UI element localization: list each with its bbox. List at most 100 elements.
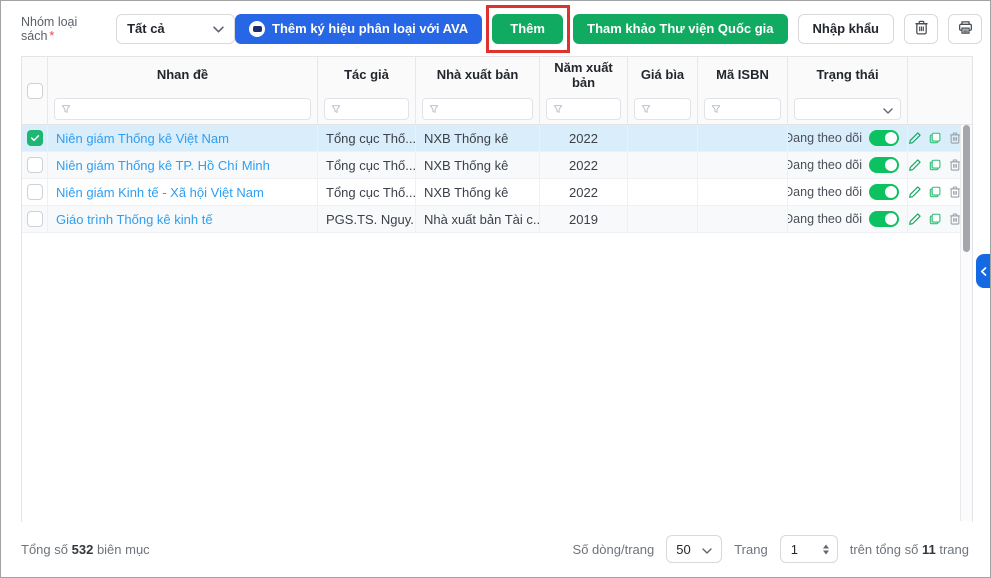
row-checkbox[interactable] (26, 157, 43, 173)
author-cell: Tổng cục Thố... (318, 125, 416, 151)
page-label: Trang (734, 541, 768, 557)
status-toggle[interactable] (869, 157, 899, 173)
author-cell: PGS.TS. Nguy... (318, 206, 416, 232)
required-asterisk: * (49, 28, 55, 43)
publisher-cell: NXB Thống kê (416, 179, 540, 205)
table-row[interactable]: Niên giám Kinh tế - Xã hội Việt Nam Tổng… (22, 179, 972, 206)
group-label: Nhóm loại sách * (21, 14, 78, 43)
year-cell: 2022 (540, 179, 628, 205)
filter-funnel-icon (641, 102, 651, 117)
page-number-value: 1 (790, 541, 798, 557)
year-cell: 2019 (540, 206, 628, 232)
chevron-left-icon (980, 264, 987, 279)
add-button[interactable]: Thêm (492, 13, 564, 44)
column-header-status: Trạng thái (816, 67, 879, 83)
table-empty-area (22, 233, 972, 523)
column-header-year: Năm xuất bản (554, 59, 613, 90)
column-header-title: Nhan đề (156, 67, 209, 83)
filter-input-author[interactable] (324, 98, 409, 121)
page-number-input[interactable]: 1 (779, 535, 838, 563)
year-cell: 2022 (540, 125, 628, 151)
year-cell: 2022 (540, 152, 628, 178)
copy-icon[interactable] (928, 212, 942, 226)
table-body: Niên giám Thống kê Việt Nam Tổng cục Thố… (22, 125, 972, 233)
edit-icon[interactable] (908, 185, 922, 199)
author-cell: Tổng cục Thố... (318, 152, 416, 178)
total-records-text: Tổng số 532 biên mục (21, 541, 150, 557)
book-group-select[interactable]: Tất cả (116, 13, 236, 44)
column-header-actions (908, 57, 962, 94)
total-pages-count: 11 (921, 541, 936, 557)
isbn-cell (698, 125, 788, 151)
status-toggle[interactable] (869, 184, 899, 200)
isbn-cell (698, 152, 788, 178)
filter-funnel-icon (429, 102, 439, 117)
add-ava-classification-button[interactable]: Thêm ký hiệu phân loại với AVA (235, 13, 483, 44)
table-row[interactable]: Niên giám Thống kê Việt Nam Tổng cục Thố… (22, 125, 972, 152)
rows-per-page-select[interactable]: 50 (666, 535, 723, 563)
edit-icon[interactable] (908, 158, 922, 172)
stepper-up-icon (822, 544, 829, 548)
delete-selected-button[interactable] (904, 13, 938, 44)
isbn-cell (698, 206, 788, 232)
book-group-value: Tất cả (127, 21, 165, 36)
filter-input-year[interactable] (546, 98, 621, 121)
book-title-link[interactable]: Niên giám Kinh tế - Xã hội Việt Nam (56, 185, 264, 200)
price-cell (628, 125, 698, 151)
national-library-button[interactable]: Tham khảo Thư viện Quốc gia (573, 13, 788, 44)
filter-input-publisher[interactable] (422, 98, 533, 121)
status-text: Đang theo dõi (788, 212, 862, 226)
price-cell (628, 179, 698, 205)
import-button[interactable]: Nhập khẩu (797, 13, 894, 44)
publisher-cell: NXB Thống kê (416, 152, 540, 178)
filter-funnel-icon (331, 102, 341, 117)
copy-icon[interactable] (928, 185, 942, 199)
book-title-link[interactable]: Niên giám Thống kê Việt Nam (56, 131, 229, 146)
books-table: Nhan đề Tác giả Nhà xuất bản Năm xuất bả… (21, 56, 973, 523)
edit-icon[interactable] (908, 131, 922, 145)
row-checkbox[interactable] (26, 130, 43, 146)
filter-funnel-icon (711, 102, 721, 117)
trash-icon (913, 19, 930, 39)
table-row[interactable]: Giáo trình Thống kê kinh tế PGS.TS. Nguy… (22, 206, 972, 233)
scrollbar-thumb[interactable] (963, 125, 970, 252)
status-text: Đang theo dõi (788, 158, 862, 172)
row-checkbox[interactable] (26, 184, 43, 200)
footer: Tổng số 532 biên mục Số dòng/trang 50 Tr… (1, 522, 990, 576)
chevron-down-icon (883, 102, 893, 117)
stepper-down-icon (822, 550, 829, 554)
row-checkbox[interactable] (26, 211, 43, 227)
copy-icon[interactable] (928, 131, 942, 145)
edit-icon[interactable] (908, 212, 922, 226)
column-header-price: Giá bìa (640, 67, 685, 83)
rows-per-page-label: Số dòng/trang (572, 541, 655, 557)
vertical-scrollbar[interactable] (960, 125, 972, 521)
column-header-publisher: Nhà xuất bản (436, 67, 519, 83)
book-title-link[interactable]: Giáo trình Thống kê kinh tế (56, 212, 213, 227)
filter-funnel-icon (553, 102, 563, 117)
copy-icon[interactable] (928, 158, 942, 172)
print-button[interactable] (948, 13, 982, 44)
select-all-checkbox[interactable] (26, 82, 43, 99)
status-toggle[interactable] (869, 130, 899, 146)
filter-input-title[interactable] (54, 98, 311, 121)
publisher-cell: Nhà xuất bản Tài c... (416, 206, 540, 232)
printer-icon (957, 19, 974, 39)
filter-select-status[interactable] (794, 98, 901, 121)
filter-input-isbn[interactable] (704, 98, 781, 121)
status-text: Đang theo dõi (788, 185, 862, 199)
author-cell: Tổng cục Thố... (318, 179, 416, 205)
table-header: Nhan đề Tác giả Nhà xuất bản Năm xuất bả… (22, 57, 972, 125)
chevron-down-icon (702, 542, 712, 557)
filter-input-price[interactable] (634, 98, 691, 121)
publisher-cell: NXB Thống kê (416, 125, 540, 151)
page-stepper[interactable] (822, 544, 830, 555)
column-header-author: Tác giả (344, 67, 389, 83)
table-row[interactable]: Niên giám Thống kê TP. Hồ Chí Minh Tổng … (22, 152, 972, 179)
collapse-panel-tab[interactable] (976, 254, 990, 288)
book-title-link[interactable]: Niên giám Thống kê TP. Hồ Chí Minh (56, 158, 270, 173)
total-pages-text: trên tổng số 11 trang (849, 541, 969, 557)
price-cell (628, 206, 698, 232)
status-toggle[interactable] (869, 211, 899, 227)
chevron-down-icon (213, 21, 224, 36)
